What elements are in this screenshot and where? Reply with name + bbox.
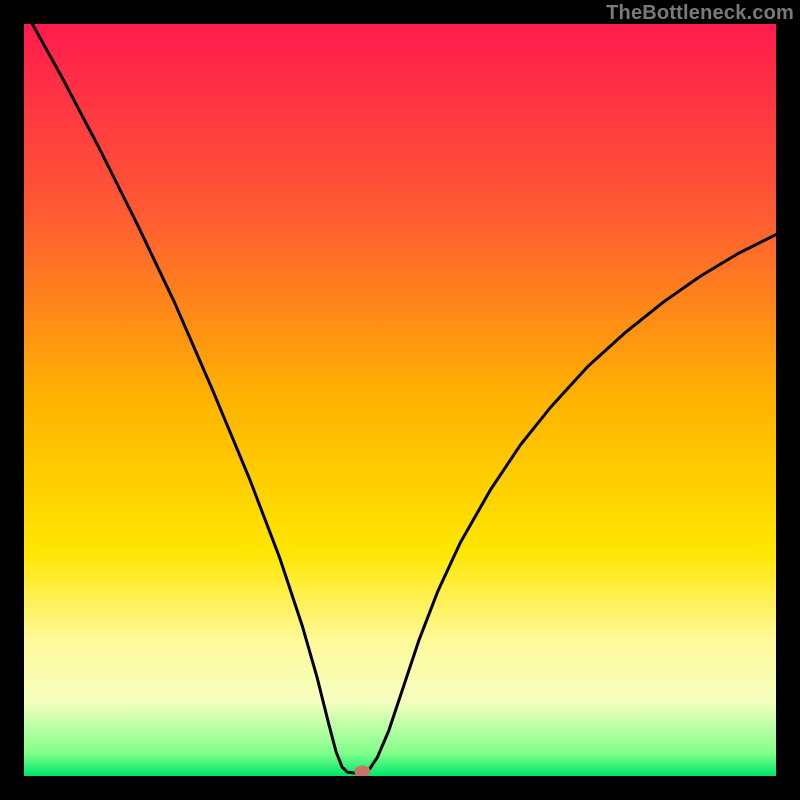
chart-frame [24, 24, 776, 776]
watermark-label: TheBottleneck.com [606, 2, 794, 25]
bottleneck-chart [24, 24, 776, 776]
gradient-background [24, 24, 776, 776]
